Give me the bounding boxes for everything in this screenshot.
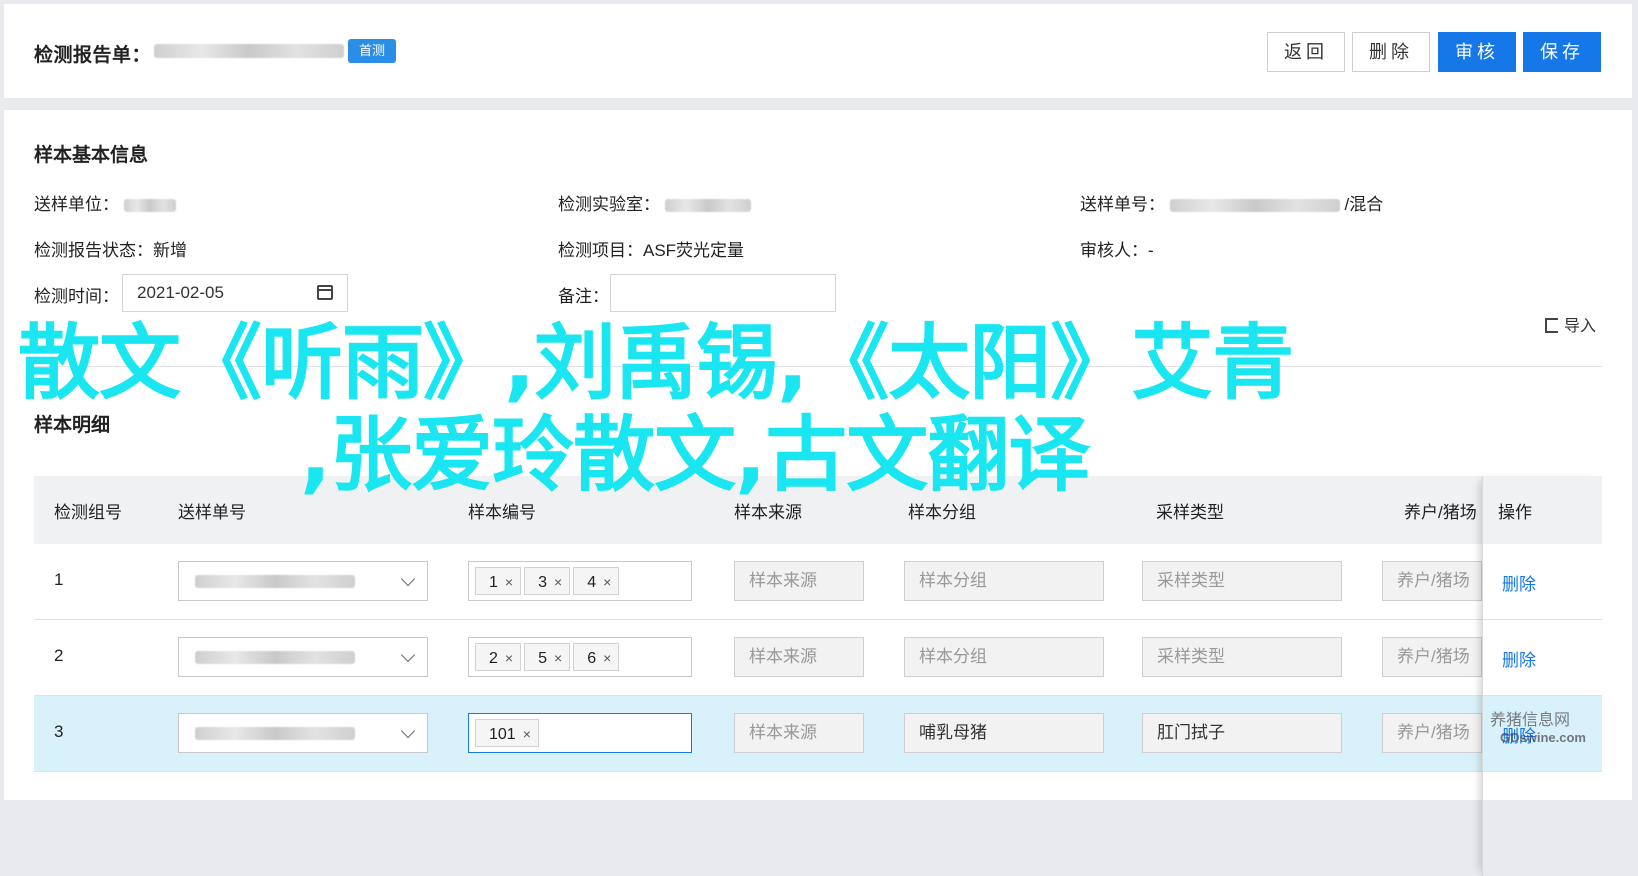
- sample-tag: 2 ×: [475, 643, 522, 671]
- watermark-url: GDswine.com: [1500, 730, 1586, 745]
- reviewer-label: 审核人：: [1080, 241, 1148, 260]
- fixed-operation-column-shadow: [1482, 476, 1603, 876]
- report-status-value: 新增: [153, 241, 187, 260]
- sample-source-input[interactable]: 样本来源: [734, 561, 864, 601]
- send-no-select[interactable]: [178, 637, 428, 677]
- send-no-suffix: /混合: [1344, 195, 1384, 214]
- send-no-field: 送样单号： /混合: [1080, 190, 1383, 215]
- watermark-text: 养猪信息网: [1490, 712, 1571, 729]
- send-no-redacted: [195, 575, 355, 588]
- status-badge: 首测: [348, 39, 396, 63]
- table-row-selected: 3 101 × 样本来源 哺乳母猪 肛门拭子 养户/猪场 删除: [34, 696, 1602, 772]
- lab-redacted: [664, 199, 751, 213]
- sample-no-tags[interactable]: 1 × 3 × 4 ×: [468, 561, 692, 601]
- col-send-no: 送样单号: [178, 503, 246, 522]
- sample-source-input[interactable]: 样本来源: [734, 713, 864, 753]
- sample-tag: 1 ×: [475, 567, 522, 595]
- group-no: 2: [54, 646, 64, 665]
- close-icon[interactable]: ×: [505, 650, 513, 666]
- reviewer-field: 审核人：-: [1080, 236, 1154, 261]
- save-button[interactable]: 保存: [1523, 32, 1601, 72]
- sample-tag: 6 ×: [573, 643, 620, 671]
- send-unit-redacted: [123, 199, 176, 213]
- sample-detail-table: 检测组号 送样单号 样本编号 样本来源 样本分组 采样类型 养户/猪场 操作 1…: [34, 476, 1602, 876]
- sample-group-input[interactable]: 哺乳母猪: [904, 713, 1104, 753]
- report-status-label: 检测报告状态：: [34, 241, 153, 260]
- col-group-no: 检测组号: [54, 503, 122, 522]
- send-unit-label: 送样单位：: [34, 195, 119, 214]
- sample-group-input[interactable]: 样本分组: [904, 561, 1104, 601]
- sampling-type-input[interactable]: 采样类型: [1142, 637, 1342, 677]
- group-no: 1: [54, 570, 64, 589]
- farm-input[interactable]: 养户/猪场: [1382, 637, 1482, 677]
- chevron-down-icon: [400, 571, 416, 587]
- sampling-type-input[interactable]: 肛门拭子: [1142, 713, 1342, 753]
- test-item-value: ASF荧光定量: [643, 241, 745, 260]
- sampling-type-input[interactable]: 采样类型: [1142, 561, 1342, 601]
- chevron-down-icon: [400, 647, 416, 663]
- send-no-redacted: [195, 727, 355, 740]
- sample-source-input[interactable]: 样本来源: [734, 637, 864, 677]
- sample-tag: 101 ×: [475, 719, 539, 747]
- back-button[interactable]: 返回: [1267, 32, 1345, 72]
- sample-no-tags[interactable]: 101 ×: [468, 713, 692, 753]
- report-header: 检测报告单： 首测 返回 删除 审核 保存: [4, 4, 1632, 98]
- close-icon[interactable]: ×: [603, 574, 611, 590]
- close-icon[interactable]: ×: [554, 650, 562, 666]
- farm-input[interactable]: 养户/猪场: [1382, 713, 1482, 753]
- lab-field: 检测实验室：: [558, 190, 751, 215]
- farm-input[interactable]: 养户/猪场: [1382, 561, 1482, 601]
- send-no-select[interactable]: [178, 713, 428, 753]
- lab-label: 检测实验室：: [558, 195, 660, 214]
- send-no-select[interactable]: [178, 561, 428, 601]
- sample-no-tags[interactable]: 2 × 5 × 6 ×: [468, 637, 692, 677]
- close-icon[interactable]: ×: [554, 574, 562, 590]
- page-title: 检测报告单：: [34, 45, 152, 66]
- report-status-field: 检测报告状态：新增: [34, 236, 187, 261]
- close-icon[interactable]: ×: [523, 726, 531, 742]
- close-icon[interactable]: ×: [505, 574, 513, 590]
- reviewer-value: -: [1148, 241, 1154, 260]
- chevron-down-icon: [400, 723, 416, 739]
- send-no-redacted: [195, 651, 355, 664]
- review-button[interactable]: 审核: [1438, 32, 1516, 72]
- close-icon[interactable]: ×: [603, 650, 611, 666]
- sample-tag: 3 ×: [524, 567, 571, 595]
- sample-tag: 4 ×: [573, 567, 620, 595]
- delete-button[interactable]: 删除: [1352, 32, 1430, 72]
- table-row: 2 2 × 5 × 6 × 样本来源 样本分组 采样类型 养户/猪场 删除: [34, 620, 1602, 696]
- test-item-label: 检测项目：: [558, 241, 643, 260]
- table-row: 1 1 × 3 × 4 × 样本来源 样本分组 采样类型 养户/猪场 删除: [34, 544, 1602, 620]
- sample-group-input[interactable]: 样本分组: [904, 637, 1104, 677]
- send-unit-field: 送样单位：: [34, 190, 176, 215]
- overlay-caption-line2: ,张爱玲散文,古文翻译: [300, 408, 1090, 503]
- sample-tag: 5 ×: [524, 643, 571, 671]
- send-no-redacted: [1169, 199, 1340, 213]
- basic-info-title: 样本基本信息: [34, 145, 149, 166]
- test-item-field: 检测项目：ASF荧光定量: [558, 236, 744, 261]
- send-no-label: 送样单号：: [1080, 195, 1165, 214]
- group-no: 3: [54, 722, 64, 741]
- report-number-redacted: [154, 44, 344, 58]
